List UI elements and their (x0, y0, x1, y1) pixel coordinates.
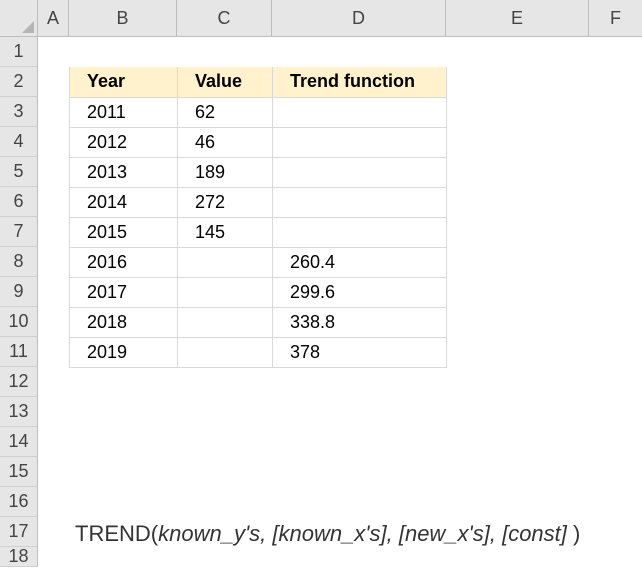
table-row: 2018 338.8 (69, 307, 447, 338)
cell-trend[interactable] (272, 97, 447, 128)
row-header[interactable]: 13 (0, 397, 38, 427)
row-header[interactable]: 16 (0, 487, 38, 517)
row-header[interactable]: 17 (0, 517, 38, 547)
cell-trend[interactable]: 299.6 (272, 277, 447, 308)
cell-value[interactable] (177, 277, 273, 308)
table-row: 2012 46 (69, 127, 447, 158)
table-row: 2017 299.6 (69, 277, 447, 308)
cell-value[interactable] (177, 337, 273, 368)
cell-trend[interactable]: 378 (272, 337, 447, 368)
table-row: 2015 145 (69, 217, 447, 248)
row-header[interactable]: 2 (0, 67, 38, 97)
row-header[interactable]: 4 (0, 127, 38, 157)
cell-value[interactable]: 62 (177, 97, 273, 128)
row-header[interactable]: 14 (0, 427, 38, 457)
cell-year[interactable]: 2019 (69, 337, 178, 368)
row-header[interactable]: 18 (0, 546, 38, 567)
cell-trend[interactable] (272, 187, 447, 218)
column-header-b[interactable]: B (69, 0, 177, 37)
cell-year[interactable]: 2017 (69, 277, 178, 308)
row-header[interactable]: 6 (0, 187, 38, 217)
column-header-e[interactable]: E (446, 0, 589, 37)
data-table: Year Value Trend function 2011 62 2012 4… (69, 67, 447, 368)
function-arguments: known_y's, [known_x's], [new_x's], [cons… (158, 521, 567, 546)
row-header[interactable]: 5 (0, 157, 38, 187)
table-header-row: Year Value Trend function (69, 67, 447, 98)
row-header[interactable]: 1 (0, 37, 38, 67)
cell-year[interactable]: 2014 (69, 187, 178, 218)
cell-value[interactable]: 145 (177, 217, 273, 248)
cell-value[interactable] (177, 247, 273, 278)
cell-year[interactable]: 2013 (69, 157, 178, 188)
column-header-f[interactable]: F (589, 0, 642, 37)
cell-trend[interactable] (272, 217, 447, 248)
column-headers: A B C D E F (38, 0, 642, 37)
cell-trend[interactable]: 338.8 (272, 307, 447, 338)
cell-value[interactable] (177, 307, 273, 338)
cell-trend[interactable]: 260.4 (272, 247, 447, 278)
select-all-triangle-icon (22, 21, 34, 33)
row-header[interactable]: 12 (0, 367, 38, 397)
row-headers: 1 2 3 4 5 6 7 8 9 10 11 12 13 14 15 16 1… (0, 37, 38, 567)
row-header[interactable]: 8 (0, 247, 38, 277)
cell-year[interactable]: 2016 (69, 247, 178, 278)
cell-year[interactable]: 2015 (69, 217, 178, 248)
row-header[interactable]: 3 (0, 97, 38, 127)
cell-grid[interactable]: Year Value Trend function 2011 62 2012 4… (38, 37, 642, 577)
header-value[interactable]: Value (177, 67, 273, 98)
table-row: 2016 260.4 (69, 247, 447, 278)
cell-trend[interactable] (272, 127, 447, 158)
function-close: ) (566, 521, 581, 546)
cell-value[interactable]: 189 (177, 157, 273, 188)
cell-year[interactable]: 2011 (69, 97, 178, 128)
column-header-d[interactable]: D (272, 0, 446, 37)
column-header-a[interactable]: A (38, 0, 69, 37)
spreadsheet: A B C D E F 1 2 3 4 5 6 7 8 9 10 11 12 1… (0, 0, 642, 577)
row-header[interactable]: 9 (0, 277, 38, 307)
header-year[interactable]: Year (69, 67, 178, 98)
row-header[interactable]: 10 (0, 307, 38, 337)
row-header[interactable]: 15 (0, 457, 38, 487)
table-row: 2011 62 (69, 97, 447, 128)
row-header[interactable]: 7 (0, 217, 38, 247)
header-trend-function[interactable]: Trend function (272, 67, 447, 98)
table-row: 2019 378 (69, 337, 447, 368)
cell-year[interactable]: 2012 (69, 127, 178, 158)
trend-syntax-text: TREND(known_y's, [known_x's], [new_x's],… (75, 521, 580, 547)
cell-value[interactable]: 272 (177, 187, 273, 218)
cell-year[interactable]: 2018 (69, 307, 178, 338)
cell-value[interactable]: 46 (177, 127, 273, 158)
column-header-c[interactable]: C (177, 0, 272, 37)
row-header[interactable]: 11 (0, 337, 38, 367)
function-name: TREND( (75, 521, 159, 546)
select-all-button[interactable] (0, 0, 38, 37)
table-row: 2013 189 (69, 157, 447, 188)
table-row: 2014 272 (69, 187, 447, 218)
cell-trend[interactable] (272, 157, 447, 188)
